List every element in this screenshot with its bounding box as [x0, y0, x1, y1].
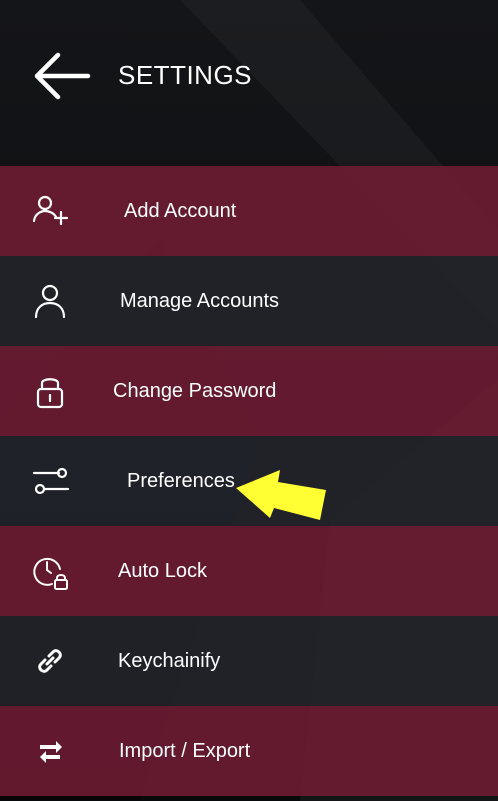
page-title: SETTINGS: [118, 60, 253, 90]
pointer-arrow-icon: [236, 470, 326, 520]
sliders-icon: [32, 467, 70, 495]
menu-item-change-password[interactable]: Change Password: [0, 346, 498, 436]
menu-item-label: Import / Export: [119, 740, 251, 762]
clock-lock-icon: [33, 557, 68, 590]
back-button[interactable]: [32, 50, 92, 102]
menu-item-auto-lock[interactable]: Auto Lock: [0, 526, 498, 616]
menu-item-import-export[interactable]: Import / Export: [0, 706, 498, 796]
menu-item-label: Preferences: [127, 470, 235, 492]
menu-item-keychainify[interactable]: Keychainify: [0, 616, 498, 706]
swap-arrows-icon: [40, 741, 62, 763]
menu-item-label: Manage Accounts: [120, 290, 279, 312]
menu-item-add-account[interactable]: Add Account: [0, 166, 498, 256]
menu-item-manage-accounts[interactable]: Manage Accounts: [0, 256, 498, 346]
arrow-left-icon: [34, 52, 91, 100]
settings-header: SETTINGS: [0, 0, 498, 166]
menu-item-label: Keychainify: [118, 650, 221, 672]
user-icon: [34, 284, 66, 319]
menu-item-label: Change Password: [113, 380, 277, 402]
menu-item-label: Auto Lock: [118, 560, 207, 582]
menu-item-label: Add Account: [124, 200, 237, 222]
link-icon: [38, 649, 62, 673]
lock-icon: [36, 378, 64, 409]
user-plus-icon: [32, 195, 69, 226]
